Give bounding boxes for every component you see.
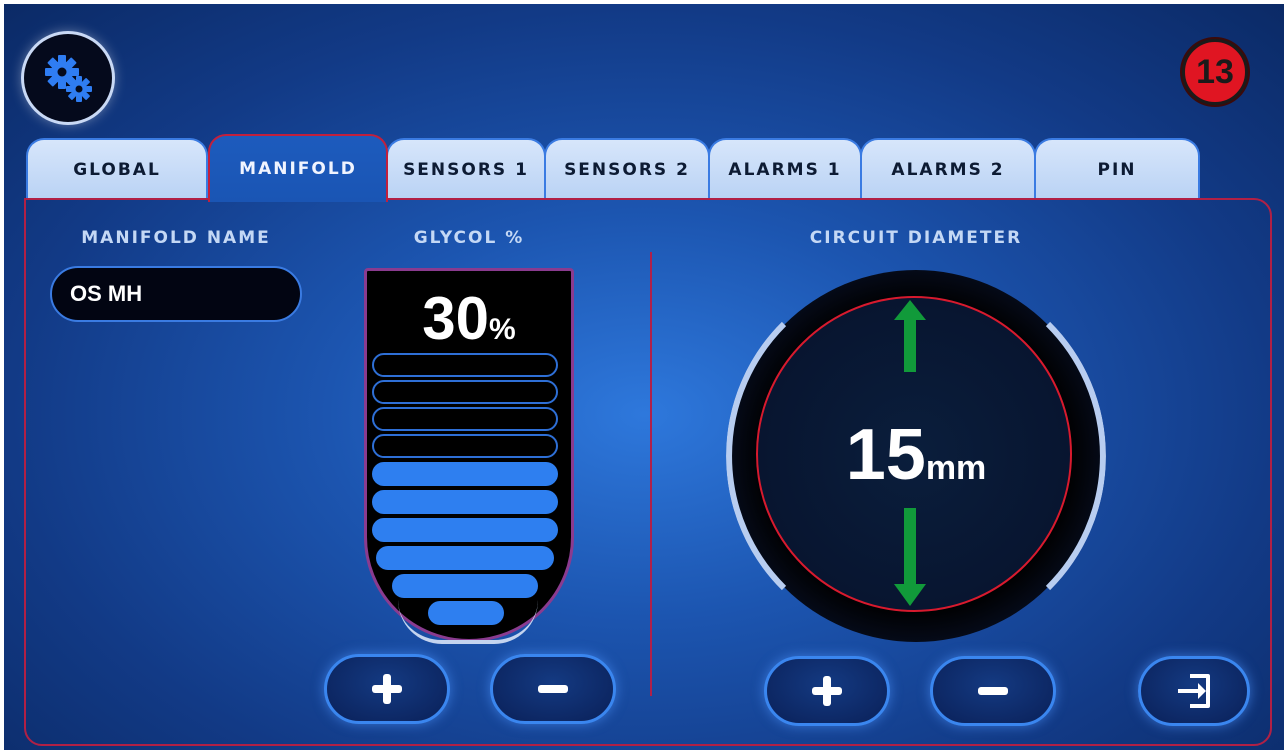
tab-sensors-2[interactable]: SENSORS 2 (544, 138, 710, 200)
glycol-segment-filled (376, 546, 554, 570)
glycol-segment-empty (372, 407, 558, 431)
arrow-up-icon (894, 300, 926, 372)
glycol-label: GLYCOL % (413, 228, 525, 248)
glycol-segment-filled (372, 462, 558, 486)
plus-icon (372, 674, 402, 704)
gears-icon (45, 55, 92, 102)
manifold-name-input[interactable]: OS MH (50, 266, 302, 322)
tab-alarms-1[interactable]: ALARMS 1 (708, 138, 862, 200)
circuit-plus-button[interactable] (764, 656, 890, 726)
exit-icon (1178, 674, 1210, 708)
glycol-segment-filled (428, 601, 504, 625)
circuit-value-unit: mm (925, 449, 987, 487)
glycol-plus-button[interactable] (324, 654, 450, 724)
plus-icon (812, 676, 842, 706)
glycol-segment-filled (392, 574, 538, 598)
manifold-name-label: MANIFOLD NAME (81, 228, 271, 248)
tab-alarms-2[interactable]: ALARMS 2 (860, 138, 1036, 200)
glycol-segment-filled (372, 518, 558, 542)
tab-manifold[interactable]: MANIFOLD (208, 134, 388, 202)
glycol-segment-empty (372, 353, 558, 377)
circuit-diameter-value: 15mm (726, 414, 1106, 496)
panel-divider (650, 252, 652, 696)
screen: 13 GLOBAL MANIFOLD SENSORS 1 SENSORS 2 A… (4, 4, 1284, 750)
glycol-value: 30% (364, 284, 574, 353)
minus-icon (538, 685, 568, 693)
tab-pin[interactable]: PIN (1034, 138, 1200, 200)
glycol-minus-button[interactable] (490, 654, 616, 724)
circuit-value-number: 15 (845, 415, 926, 495)
glycol-segment-filled (372, 490, 558, 514)
glycol-segment-empty (372, 380, 558, 404)
minus-icon (978, 687, 1008, 695)
circuit-minus-button[interactable] (930, 656, 1056, 726)
glycol-value-number: 30 (422, 285, 490, 352)
exit-button[interactable] (1138, 656, 1250, 726)
tab-global[interactable]: GLOBAL (26, 138, 208, 200)
arrow-down-icon (894, 508, 926, 606)
tab-sensors-1[interactable]: SENSORS 1 (386, 138, 546, 200)
notification-badge[interactable]: 13 (1182, 39, 1248, 105)
glycol-segment-empty (372, 434, 558, 458)
settings-button[interactable] (24, 34, 112, 122)
glycol-value-unit: % (489, 313, 516, 346)
circuit-diameter-label: CIRCUIT DIAMETER (809, 228, 1023, 248)
